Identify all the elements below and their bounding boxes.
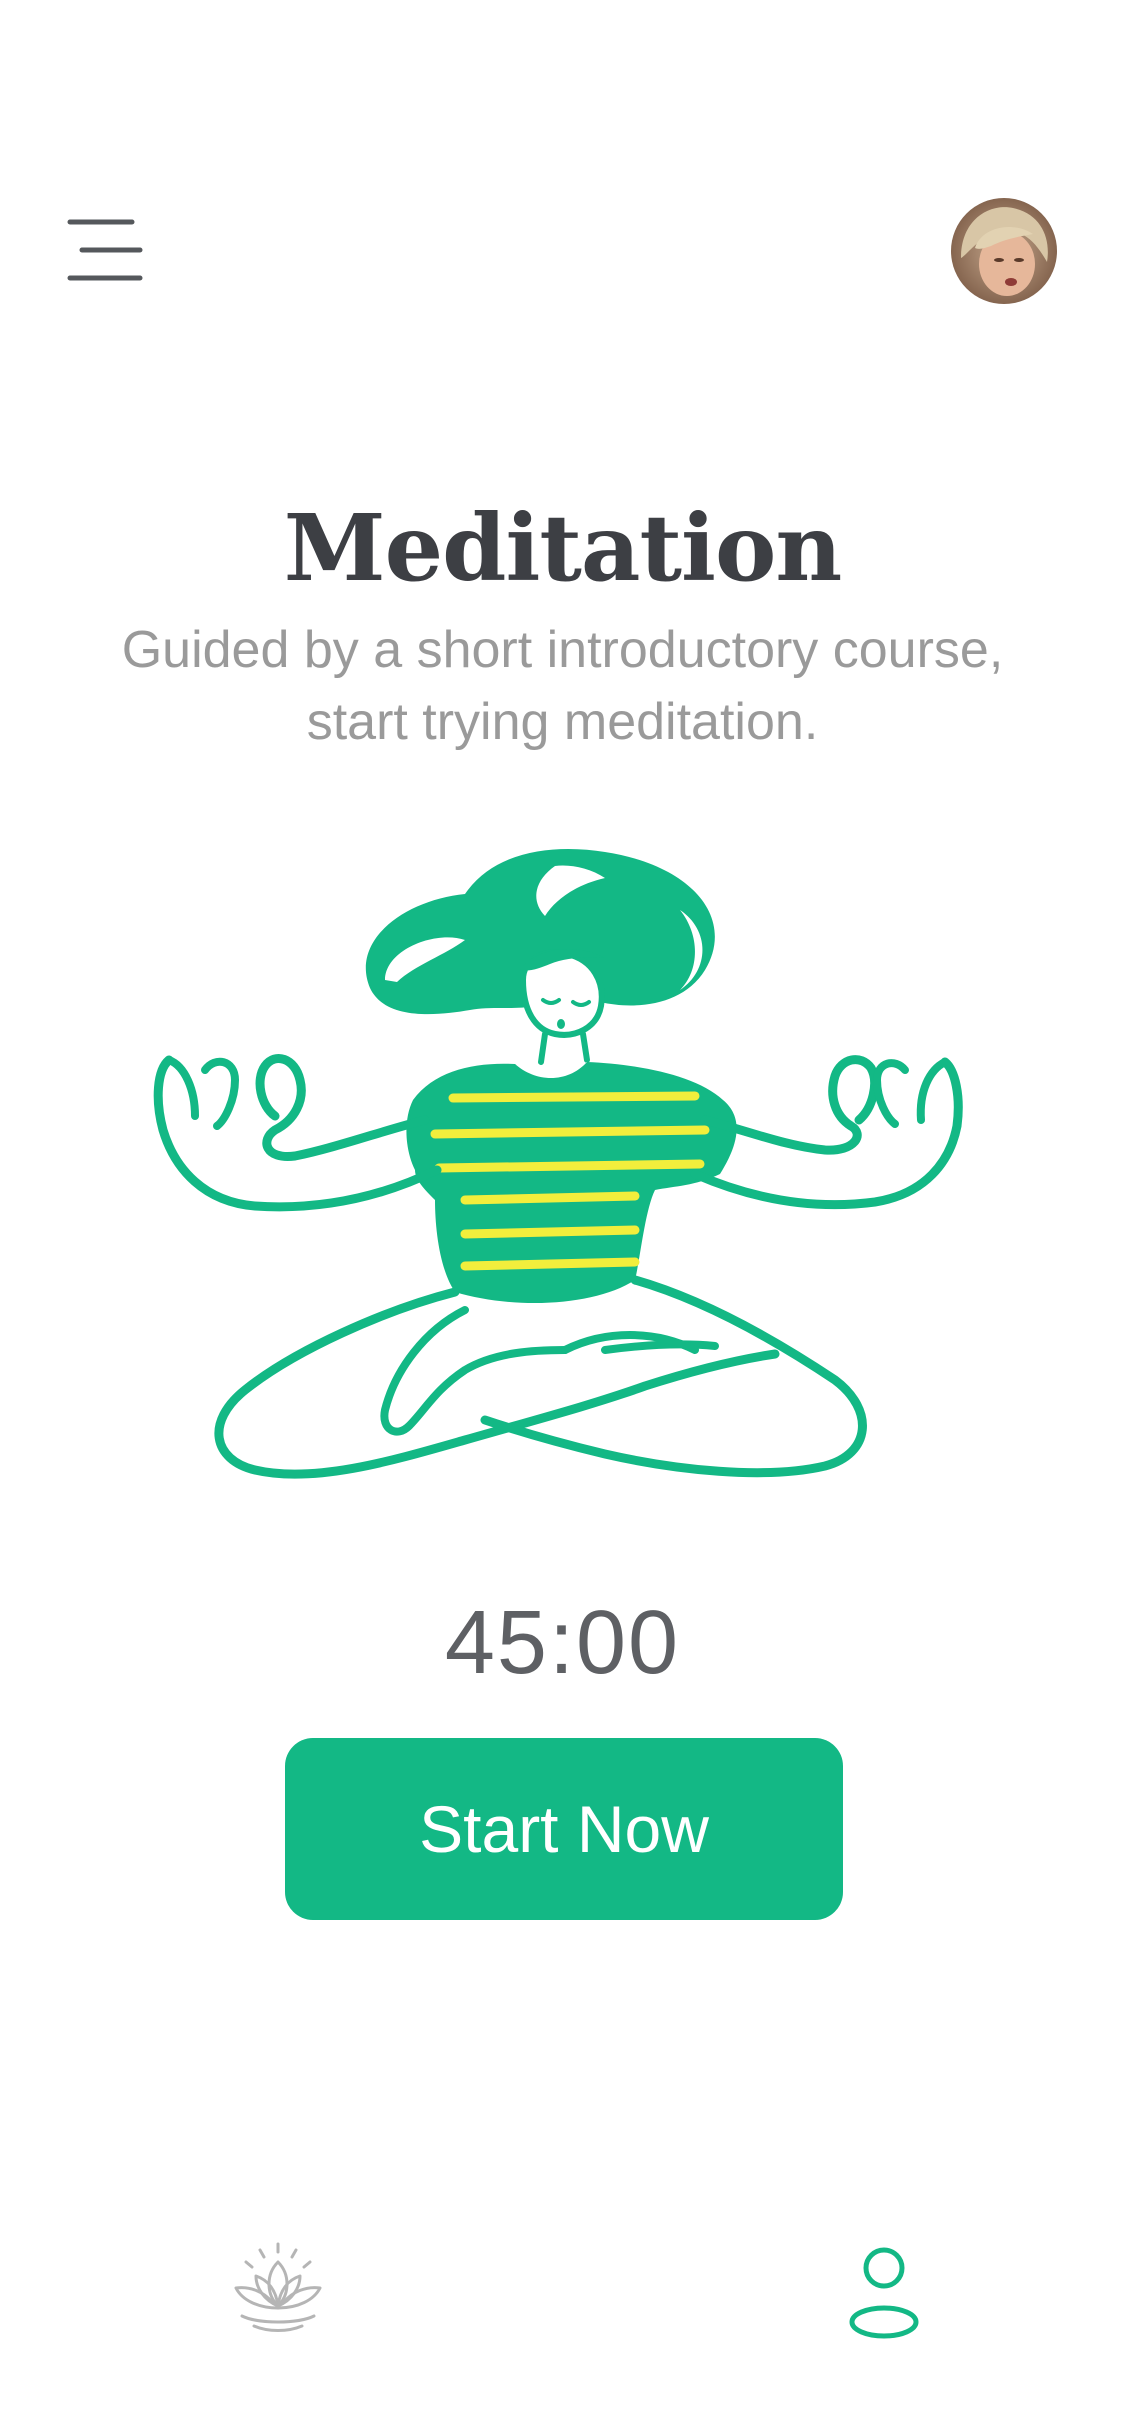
session-timer: 45:00 [444, 1593, 681, 1693]
avatar[interactable] [951, 198, 1057, 304]
lotus-icon [234, 2242, 322, 2332]
menu-button[interactable] [66, 216, 144, 284]
profile-icon [849, 2247, 919, 2339]
meditating-person-icon [153, 848, 963, 1479]
page-title: Meditation [283, 494, 842, 602]
user-avatar-image [951, 198, 1057, 304]
page-subtitle: Guided by a short introductory course, s… [121, 621, 1004, 751]
nav-item-profile[interactable] [844, 2246, 924, 2340]
hamburger-menu-icon [67, 219, 143, 281]
meditation-illustration [135, 830, 995, 1500]
nav-item-meditate[interactable] [228, 2240, 328, 2340]
start-now-button[interactable]: Start Now [285, 1738, 843, 1920]
